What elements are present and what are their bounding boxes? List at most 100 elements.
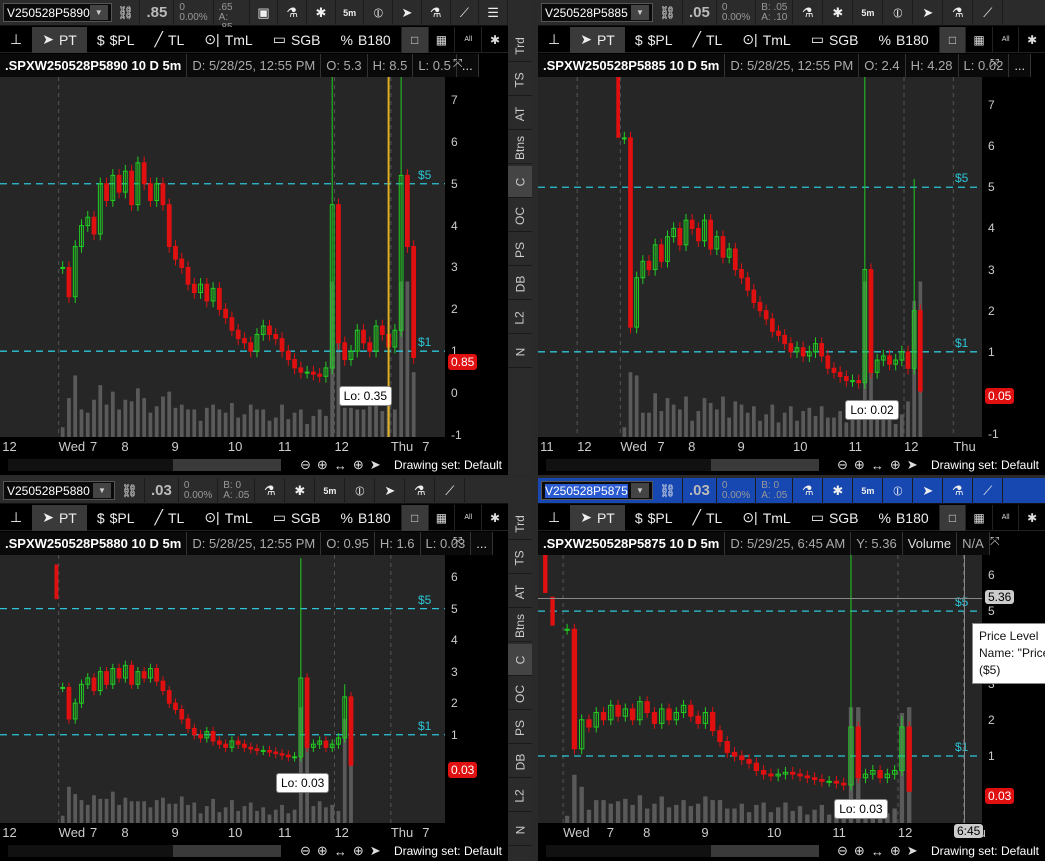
aggregation-button[interactable]: 5m <box>336 0 365 26</box>
vtab-trd[interactable]: Trd <box>508 30 532 62</box>
tool-b180[interactable]: % B180 <box>869 505 939 531</box>
gear-icon[interactable]: ✱ <box>823 478 854 504</box>
vtab-btns[interactable]: Btns <box>508 132 532 164</box>
grid-layout-icon[interactable]: ▦ <box>427 26 455 53</box>
aggregation-button[interactable]: 5m <box>315 478 346 504</box>
grid-layout-icon[interactable]: ▦ <box>965 26 992 53</box>
scrollbar-thumb[interactable] <box>711 845 819 857</box>
tool-tml[interactable]: ⊙| TmL <box>194 27 262 53</box>
gear-icon[interactable]: ✱ <box>481 504 508 531</box>
tool-b180[interactable]: % B180 <box>331 27 401 53</box>
horizontal-scrollbar[interactable] <box>8 845 281 857</box>
all-button[interactable]: All <box>454 504 481 531</box>
tool-tl[interactable]: ╱ TL <box>145 505 195 531</box>
all-button[interactable]: All <box>454 26 481 53</box>
horizontal-scrollbar[interactable] <box>546 459 819 471</box>
crosshair-icon[interactable]: ⊕ <box>353 843 364 859</box>
vtab-l2[interactable]: L2 <box>508 302 532 334</box>
all-button[interactable]: All <box>991 504 1019 531</box>
vtab-at[interactable]: AT <box>508 98 532 130</box>
vtab-c[interactable]: C <box>508 644 532 676</box>
tool-dollar-pl[interactable]: $ $PL <box>87 27 145 53</box>
crosshair-icon[interactable]: ⊕ <box>890 457 901 473</box>
vtab-oc[interactable]: OC <box>508 678 532 710</box>
drawing-set-selector[interactable]: Drawing set: Default <box>931 458 1039 472</box>
studies-icon[interactable]: ▣ <box>250 0 279 26</box>
vtab-ts[interactable]: TS <box>508 64 532 96</box>
vtab-n[interactable]: N <box>508 814 532 846</box>
gear-icon[interactable]: ✱ <box>285 478 316 504</box>
fit-icon[interactable]: ↔ <box>334 844 347 859</box>
zoom-in-icon[interactable]: ⊕ <box>854 457 865 473</box>
vtab-ts[interactable]: TS <box>508 542 532 574</box>
zoom-out-icon[interactable]: ⊖ <box>300 457 311 473</box>
pin-icon[interactable]: ⊥ <box>538 505 570 531</box>
all-button[interactable]: All <box>991 26 1019 53</box>
vtab-l2[interactable]: L2 <box>508 780 532 812</box>
expand-icon[interactable]: ⤧ <box>453 56 463 71</box>
link-icon[interactable]: ⛓ <box>115 478 145 504</box>
price-chart[interactable] <box>0 77 445 437</box>
crosshair-icon[interactable]: ⊕ <box>353 457 364 473</box>
symbol-dropdown-button[interactable]: ▼ <box>631 5 649 20</box>
single-layout-icon[interactable]: □ <box>938 504 966 531</box>
price-chart[interactable] <box>0 555 445 823</box>
tool-tl[interactable]: ╱ TL <box>145 27 195 53</box>
single-layout-icon[interactable]: □ <box>938 26 966 53</box>
pin-icon[interactable]: ⊥ <box>0 27 32 53</box>
drawing-set-selector[interactable]: Drawing set: Default <box>394 458 502 472</box>
symbol-dropdown-button[interactable]: ▼ <box>93 483 111 498</box>
tool-dollar-pl[interactable]: $ $PL <box>87 505 145 531</box>
tool-sgb[interactable]: ▭ SGB <box>263 505 331 531</box>
scrollbar-thumb[interactable] <box>173 459 281 471</box>
flask-icon[interactable]: ⚗ <box>255 478 286 504</box>
tool-dollar-pl[interactable]: $ $PL <box>625 505 683 531</box>
chart-mode-icon[interactable]: ⦶ <box>345 478 376 504</box>
vtab-ps[interactable]: PS <box>508 234 532 266</box>
cursor-icon[interactable]: ➤ <box>907 843 918 859</box>
zoom-out-icon[interactable]: ⊖ <box>837 843 848 859</box>
aggregation-button[interactable]: 5m <box>853 478 884 504</box>
drawing-set-selector[interactable]: Drawing set: Default <box>394 844 502 858</box>
zoom-out-icon[interactable]: ⊖ <box>837 457 848 473</box>
aggregation-button[interactable]: 5m <box>853 0 884 26</box>
pin-icon[interactable]: ⊥ <box>0 505 32 531</box>
tool-sgb[interactable]: ▭ SGB <box>801 27 869 53</box>
flask-icon[interactable]: ⚗ <box>943 478 974 504</box>
gear-icon[interactable]: ✱ <box>1018 504 1045 531</box>
gear-icon[interactable]: ✱ <box>307 0 336 26</box>
chart-style-icon[interactable]: ⟋ <box>435 478 466 504</box>
chart-mode-icon[interactable]: ⦶ <box>364 0 394 26</box>
symbol-input[interactable]: V250528P5875 ▼ <box>541 481 653 500</box>
link-icon[interactable]: ⛓ <box>112 0 141 26</box>
fit-icon[interactable]: ↔ <box>334 458 347 473</box>
flask-icon[interactable]: ⚗ <box>943 0 974 26</box>
gear-icon[interactable]: ✱ <box>481 26 508 53</box>
menu-icon[interactable]: ☰ <box>479 0 508 26</box>
symbol-dropdown-button[interactable]: ▼ <box>631 483 649 498</box>
zoom-in-icon[interactable]: ⊕ <box>317 457 328 473</box>
tool-tl[interactable]: ╱ TL <box>683 27 733 53</box>
expand-icon[interactable]: ⤧ <box>453 534 463 549</box>
cursor-icon[interactable]: ➤ <box>913 478 944 504</box>
flask-icon[interactable]: ⚗ <box>278 0 308 26</box>
grid-layout-icon[interactable]: ▦ <box>965 504 992 531</box>
tool-b180[interactable]: % B180 <box>331 505 401 531</box>
price-chart[interactable] <box>538 77 982 437</box>
link-icon[interactable]: ⛓ <box>653 0 683 26</box>
expand-icon[interactable]: ⤧ <box>990 56 1000 71</box>
chart-mode-icon[interactable]: ⦶ <box>883 0 914 26</box>
vtab-at[interactable]: AT <box>508 576 532 608</box>
flask-icon[interactable]: ⚗ <box>422 0 451 26</box>
horizontal-scrollbar[interactable] <box>546 845 819 857</box>
link-icon[interactable]: ⛓ <box>653 478 683 504</box>
tool-tml[interactable]: ⊙| TmL <box>732 505 800 531</box>
gear-icon[interactable]: ✱ <box>1018 26 1045 53</box>
vtab-c[interactable]: C <box>508 166 532 198</box>
flask-icon[interactable]: ⚗ <box>793 478 824 504</box>
price-chart[interactable] <box>538 555 982 823</box>
flask-icon[interactable]: ⚗ <box>793 0 824 26</box>
tool-b180[interactable]: % B180 <box>869 27 939 53</box>
drawing-set-selector[interactable]: Drawing set: Default <box>931 844 1039 858</box>
vtab-btns[interactable]: Btns <box>508 610 532 642</box>
